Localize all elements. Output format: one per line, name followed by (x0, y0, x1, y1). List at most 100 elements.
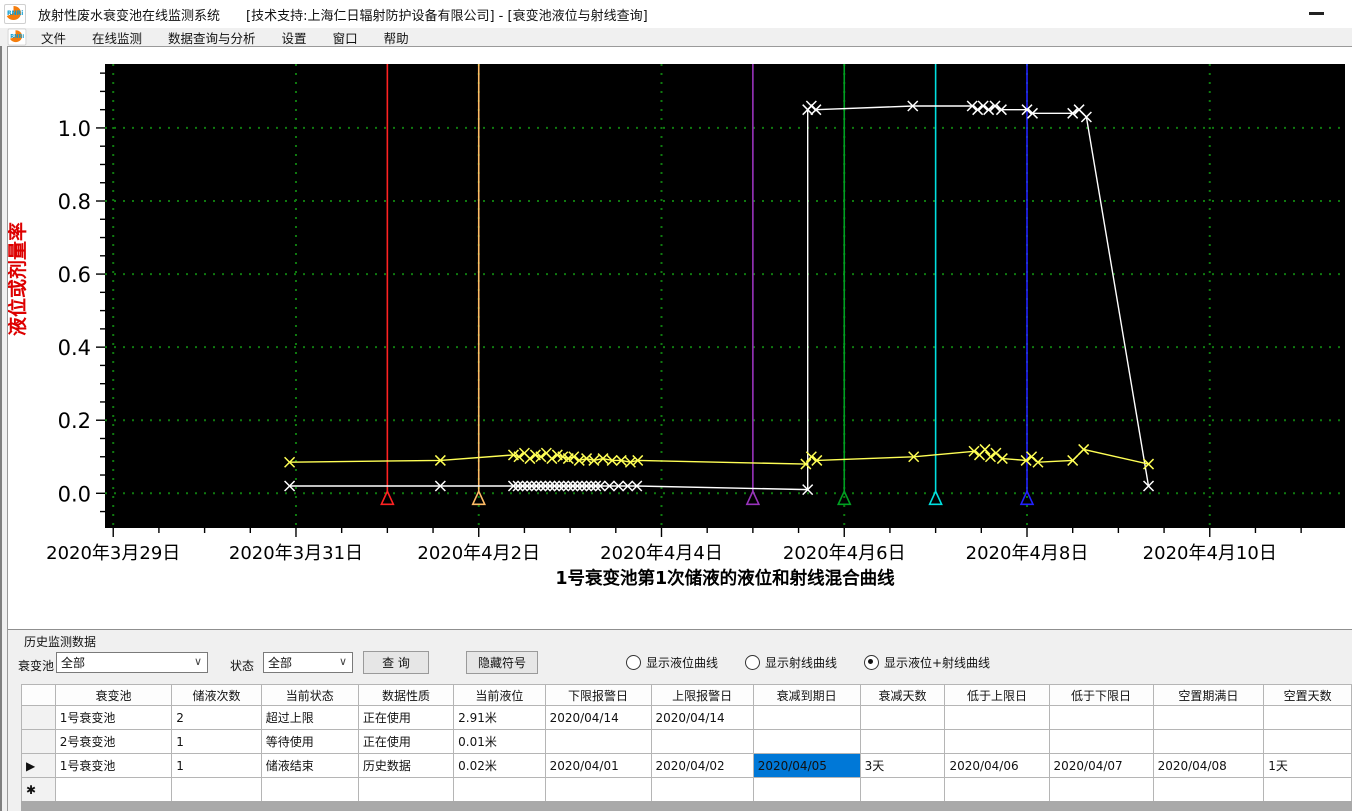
current-row-indicator[interactable]: ▶ (21, 753, 56, 778)
table-cell[interactable] (54, 777, 173, 801)
plot-background (105, 64, 1345, 528)
table-cell[interactable] (1263, 777, 1352, 801)
row-selector[interactable] (21, 729, 56, 754)
pool-filter-combobox[interactable]: 全部 ∨ (56, 652, 208, 673)
table-cell[interactable]: 2020/04/05 (752, 753, 861, 778)
pool-filter-value: 全部 (61, 656, 86, 670)
title-bar: 放射性废水衰变池在线监测系统 [技术支持:上海仁日辐射防护设备有限公司] - [… (0, 0, 1352, 29)
menu-item-3[interactable]: 数据查询与分析 (155, 28, 269, 47)
radio-circle-icon[interactable] (745, 655, 760, 670)
table-cell[interactable]: 2020/04/08 (1152, 753, 1265, 778)
table-cell[interactable]: 0.02米 (453, 753, 546, 778)
table-cell[interactable] (650, 729, 754, 754)
column-header-9[interactable]: 衰减天数 (859, 684, 946, 706)
table-cell[interactable] (1263, 729, 1352, 754)
table-cell[interactable]: 2020/04/14 (650, 705, 754, 730)
table-cell[interactable]: 1 (171, 753, 262, 778)
table-cell[interactable]: 历史数据 (357, 753, 455, 778)
hide-symbols-button[interactable]: 隐藏符号 (466, 651, 538, 674)
table-cell[interactable] (544, 729, 652, 754)
minimize-button[interactable] (1309, 12, 1324, 15)
radio-label: 显示液位曲线 (646, 656, 719, 670)
menu-item-5[interactable]: 窗口 (320, 28, 371, 47)
table-cell[interactable]: 2.91米 (453, 705, 546, 730)
table-cell[interactable]: 1天 (1263, 753, 1352, 778)
table-cell[interactable]: 正在使用 (357, 705, 455, 730)
column-header-1[interactable]: 衰变池 (54, 684, 173, 706)
status-filter-combobox[interactable]: 全部 ∨ (263, 652, 353, 673)
column-header-5[interactable]: 当前液位 (453, 684, 546, 706)
radio-1[interactable]: 显示液位曲线 (626, 654, 718, 671)
chevron-down-icon: ∨ (338, 655, 347, 668)
table-cell[interactable] (752, 777, 861, 801)
radio-circle-icon[interactable] (864, 655, 879, 670)
pool-filter-label: 衰变池 (18, 659, 55, 673)
table-cell[interactable] (752, 705, 861, 730)
column-header-11[interactable]: 低于下限日 (1048, 684, 1154, 706)
column-header-4[interactable]: 数据性质 (357, 684, 455, 706)
table-cell[interactable] (859, 705, 946, 730)
table-cell[interactable] (752, 729, 861, 754)
query-button[interactable]: 查 询 (363, 651, 429, 674)
table-cell[interactable]: 1 (171, 729, 262, 754)
table-cell[interactable] (859, 777, 946, 801)
column-header-13[interactable]: 空置天数 (1263, 684, 1352, 706)
menu-item-6[interactable]: 帮助 (371, 28, 422, 47)
table-cell[interactable] (1152, 729, 1265, 754)
table-cell[interactable] (171, 777, 262, 801)
row-selector[interactable] (21, 705, 56, 730)
table-cell[interactable]: 2020/04/01 (544, 753, 652, 778)
table-cell[interactable]: 2 (171, 705, 262, 730)
table-cell[interactable]: 等待使用 (260, 729, 359, 754)
radio-label: 显示液位+射线曲线 (884, 656, 991, 670)
table-cell[interactable]: 超过上限 (260, 705, 359, 730)
column-header-7[interactable]: 上限报警日 (650, 684, 754, 706)
groupbox-label: 历史监测数据 (24, 635, 97, 649)
table-cell[interactable]: 3天 (859, 753, 946, 778)
table-cell[interactable]: 0.01米 (453, 729, 546, 754)
column-header-8[interactable]: 衰减到期日 (752, 684, 861, 706)
table-cell[interactable]: 正在使用 (357, 729, 455, 754)
table-cell[interactable]: 1号衰变池 (54, 753, 173, 778)
radio-3[interactable]: 显示液位+射线曲线 (864, 654, 990, 671)
table-cell[interactable] (859, 729, 946, 754)
table-cell[interactable]: 2020/04/07 (1048, 753, 1154, 778)
new-row-indicator[interactable]: ✱ (21, 777, 56, 801)
grid-empty-area (21, 801, 1352, 811)
table-cell[interactable] (1048, 705, 1154, 730)
table-cell[interactable]: 2020/04/14 (544, 705, 652, 730)
column-header-6[interactable]: 下限报警日 (544, 684, 652, 706)
table-cell[interactable] (1263, 705, 1352, 730)
table-cell[interactable] (1152, 705, 1265, 730)
table-cell[interactable] (453, 777, 546, 801)
table-cell[interactable] (944, 729, 1050, 754)
table-cell[interactable] (260, 777, 359, 801)
menu-item-4[interactable]: 设置 (269, 28, 320, 47)
table-cell[interactable] (1152, 777, 1265, 801)
table-cell[interactable] (544, 777, 652, 801)
window-subtitle: [技术支持:上海仁日辐射防护设备有限公司] - [衰变池液位与射线查询] (246, 8, 648, 24)
table-cell[interactable] (650, 777, 754, 801)
table-cell[interactable] (944, 777, 1050, 801)
table-cell[interactable]: 2020/04/02 (650, 753, 754, 778)
table-cell[interactable] (1048, 777, 1154, 801)
radio-label: 显示射线曲线 (765, 656, 838, 670)
table-cell[interactable]: 2号衰变池 (54, 729, 173, 754)
table-cell[interactable] (1048, 729, 1154, 754)
column-header-2[interactable]: 储液次数 (171, 684, 262, 706)
table-cell[interactable]: 1号衰变池 (54, 705, 173, 730)
table-cell[interactable] (357, 777, 455, 801)
column-header-12[interactable]: 空置期满日 (1152, 684, 1265, 706)
child-window-icon[interactable] (7, 28, 27, 46)
radio-circle-icon[interactable] (626, 655, 641, 670)
table-cell[interactable] (944, 705, 1050, 730)
app-logo-icon (4, 4, 26, 24)
menu-item-2[interactable]: 在线监测 (79, 28, 155, 47)
table-cell[interactable]: 储液结束 (260, 753, 359, 778)
column-header-3[interactable]: 当前状态 (260, 684, 359, 706)
radio-2[interactable]: 显示射线曲线 (745, 654, 837, 671)
table-cell[interactable]: 2020/04/06 (944, 753, 1050, 778)
menu-item-1[interactable]: 文件 (28, 28, 79, 47)
chart-title: 1号衰变池第1次储液的液位和射线混合曲线 (555, 568, 895, 589)
column-header-10[interactable]: 低于上限日 (944, 684, 1050, 706)
